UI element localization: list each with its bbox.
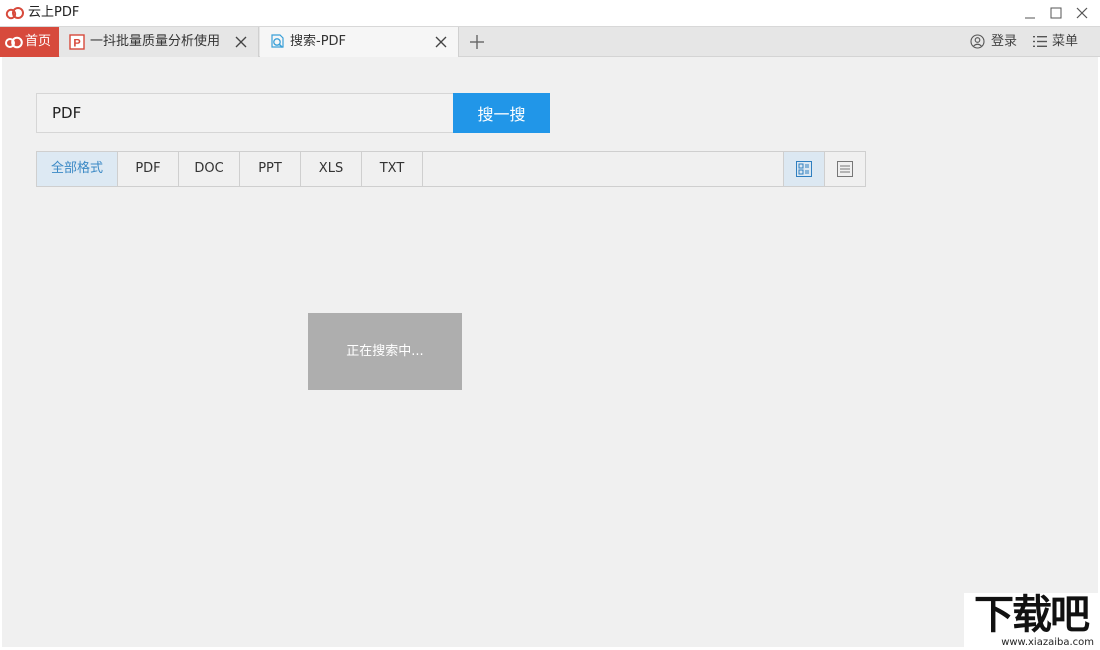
plus-icon[interactable] [468, 33, 486, 51]
tab-home-label: 首页 [25, 34, 52, 49]
format-filter-bar: 全部格式 PDF DOC PPT XLS TXT [36, 151, 866, 187]
menu-list-icon [1033, 36, 1047, 47]
filter-all-formats[interactable]: 全部格式 [37, 152, 118, 186]
minimize-icon [1025, 17, 1035, 19]
filter-pdf[interactable]: PDF [118, 152, 179, 186]
filter-doc[interactable]: DOC [179, 152, 240, 186]
filter-ppt[interactable]: PPT [240, 152, 301, 186]
maximize-icon [1050, 7, 1062, 19]
close-icon [1076, 7, 1088, 19]
search-button[interactable]: 搜一搜 [453, 93, 550, 133]
app-title: 云上PDF [28, 5, 80, 20]
menu-label: 菜单 [1052, 34, 1079, 49]
filter-txt[interactable]: TXT [362, 152, 423, 186]
cloud-logo-icon [5, 36, 23, 49]
search-page: 搜一搜 全部格式 PDF DOC PPT XLS TXT [2, 57, 1098, 647]
close-button[interactable] [1072, 3, 1092, 23]
pdf-file-icon: P [69, 34, 85, 50]
tab-bar: 首页 P 一抖批量质量分析使用 搜索-PDF 登录 菜单 [0, 26, 1100, 57]
search-tab-icon [271, 34, 284, 49]
search-input[interactable] [36, 93, 454, 133]
user-icon [970, 34, 985, 49]
title-bar: 云上PDF [0, 0, 1100, 26]
tab-home[interactable]: 首页 [0, 27, 59, 57]
minimize-button[interactable] [1020, 3, 1040, 23]
grid-view-button[interactable] [783, 152, 824, 186]
app-window: 云上PDF 首页 P 一抖批量质量分析使用 搜索-PDF 登录 菜单 PDF 搜… [0, 0, 1100, 650]
tab-document-label: 一抖批量质量分析使用 [90, 34, 221, 49]
grid-view-icon [796, 161, 812, 177]
cloud-logo-icon [5, 7, 24, 20]
watermark-main-text: 下载吧 [974, 592, 1090, 638]
login-label: 登录 [991, 34, 1018, 49]
watermark-logo: 下载吧 www.xiazaiba.com [964, 593, 1098, 650]
maximize-button[interactable] [1046, 3, 1066, 23]
watermark-url: www.xiazaiba.com [1001, 637, 1094, 648]
svg-text:P: P [73, 38, 80, 50]
list-view-icon [837, 161, 853, 177]
tab-document[interactable]: P 一抖批量质量分析使用 [60, 27, 259, 57]
close-tab-icon[interactable] [434, 35, 448, 49]
close-tab-icon[interactable] [234, 35, 248, 49]
loading-indicator: 正在搜索中... [308, 313, 462, 390]
tab-search-label: 搜索-PDF [290, 34, 347, 49]
tab-search[interactable]: 搜索-PDF [260, 27, 459, 57]
list-view-button[interactable] [824, 152, 865, 186]
filter-xls[interactable]: XLS [301, 152, 362, 186]
